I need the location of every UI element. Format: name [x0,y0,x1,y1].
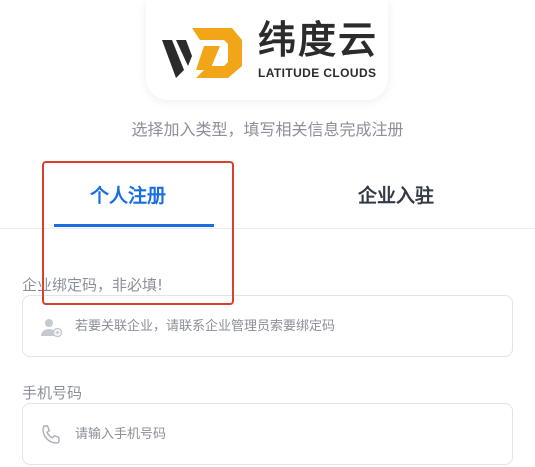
logo-card: 纬度云 LATITUDE CLOUDS [146,0,388,100]
phone-label: 手机号码 [22,384,83,402]
brand-name-en: LATITUDE CLOUDS [258,66,377,80]
latitude-clouds-logo-icon [162,28,242,78]
page-subtitle: 选择加入类型，填写相关信息完成注册 [131,120,404,139]
brand-name-cn: 纬度云 [258,18,379,62]
highlight-annotation-box [42,161,234,305]
enterprise-code-input[interactable] [75,296,495,356]
phone-icon [42,425,60,444]
add-user-icon [41,319,63,338]
tab-enterprise-join[interactable]: 企业入驻 [358,182,434,210]
phone-field[interactable] [22,403,513,465]
register-page: 纬度云 LATITUDE CLOUDS 选择加入类型，填写相关信息完成注册 个人… [0,0,535,467]
phone-input[interactable] [75,404,495,464]
